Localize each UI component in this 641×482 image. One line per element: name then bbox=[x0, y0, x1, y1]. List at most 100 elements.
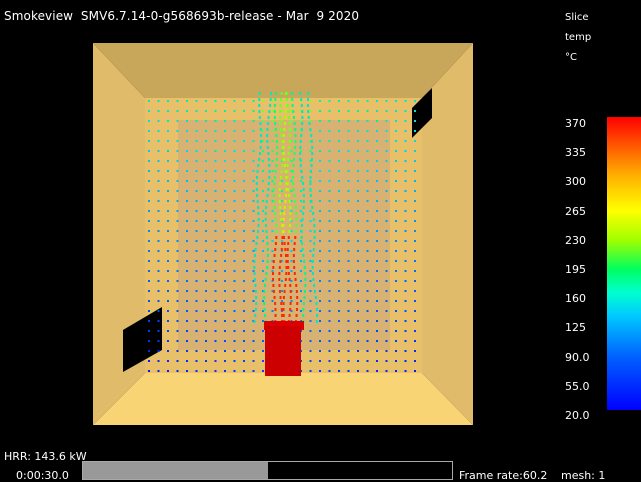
velocity-vector bbox=[347, 180, 350, 182]
3d-scene-viewport[interactable] bbox=[0, 0, 641, 482]
velocity-vector bbox=[309, 100, 312, 102]
velocity-vector bbox=[176, 100, 179, 102]
velocity-vector bbox=[366, 340, 369, 342]
velocity-vector bbox=[214, 370, 217, 372]
velocity-vector bbox=[176, 300, 179, 302]
velocity-vector bbox=[214, 150, 217, 152]
plume-vector bbox=[274, 308, 277, 311]
velocity-vector bbox=[319, 140, 321, 142]
velocity-vector bbox=[176, 230, 179, 232]
plume-vector bbox=[275, 92, 278, 95]
velocity-vector bbox=[328, 270, 331, 272]
velocity-vector bbox=[338, 250, 340, 252]
velocity-vector bbox=[290, 200, 293, 202]
plume-vector bbox=[291, 104, 294, 107]
plume-vector bbox=[296, 296, 299, 299]
ceiling bbox=[93, 43, 473, 98]
velocity-vector bbox=[205, 180, 207, 182]
velocity-vector bbox=[205, 310, 207, 312]
velocity-vector bbox=[157, 270, 160, 272]
plume-vector bbox=[255, 302, 258, 305]
velocity-vector bbox=[338, 280, 340, 282]
velocity-vector bbox=[214, 140, 217, 142]
plume-vector bbox=[255, 296, 258, 299]
velocity-vector bbox=[300, 210, 302, 212]
plume-vector bbox=[279, 182, 282, 185]
plume-vector bbox=[259, 128, 262, 131]
velocity-vector bbox=[176, 190, 179, 192]
colorbar-label: 20.0 bbox=[565, 409, 590, 422]
velocity-vector bbox=[414, 100, 416, 102]
velocity-vector bbox=[252, 190, 255, 192]
velocity-vector bbox=[319, 100, 321, 102]
plume-vector bbox=[279, 110, 282, 113]
velocity-vector bbox=[252, 200, 255, 202]
velocity-vector bbox=[148, 160, 150, 162]
plume-vector bbox=[288, 200, 291, 203]
velocity-vector bbox=[205, 170, 207, 172]
plume-vector bbox=[286, 104, 289, 107]
velocity-vector bbox=[385, 240, 388, 242]
velocity-vector bbox=[157, 340, 160, 342]
plume-vector bbox=[283, 290, 286, 293]
plume-vector bbox=[292, 182, 295, 185]
velocity-vector bbox=[214, 160, 217, 162]
plume-vector bbox=[310, 170, 313, 173]
velocity-vector bbox=[376, 120, 378, 122]
velocity-vector bbox=[262, 100, 264, 102]
plume-vector bbox=[265, 200, 268, 203]
velocity-vector bbox=[186, 360, 188, 362]
velocity-vector bbox=[395, 260, 397, 262]
plume-vector bbox=[293, 272, 296, 275]
velocity-vector bbox=[233, 210, 236, 212]
plume-vector bbox=[301, 176, 304, 179]
plume-vector bbox=[275, 230, 278, 233]
velocity-vector bbox=[243, 330, 245, 332]
plume-vector bbox=[254, 308, 257, 311]
velocity-vector bbox=[376, 170, 378, 172]
colorbar-label: 265 bbox=[565, 204, 586, 218]
velocity-vector bbox=[176, 330, 179, 332]
plume-vector bbox=[268, 164, 271, 167]
velocity-vector bbox=[195, 200, 198, 202]
velocity-vector bbox=[186, 300, 188, 302]
velocity-vector bbox=[195, 250, 198, 252]
plume-vector bbox=[267, 116, 270, 119]
plume-vector bbox=[287, 110, 290, 113]
velocity-vector bbox=[404, 280, 407, 282]
velocity-vector bbox=[290, 250, 293, 252]
velocity-vector bbox=[338, 110, 340, 112]
plume-vector bbox=[287, 272, 290, 275]
plume-vector bbox=[258, 98, 261, 101]
velocity-vector bbox=[328, 180, 331, 182]
plume-vector bbox=[266, 260, 269, 263]
velocity-vector bbox=[414, 290, 416, 292]
plume-vector bbox=[303, 290, 306, 293]
plume-vector bbox=[295, 212, 298, 215]
plume-vector bbox=[266, 266, 269, 269]
velocity-vector bbox=[414, 360, 416, 362]
time-slider[interactable] bbox=[82, 461, 453, 480]
velocity-vector bbox=[252, 340, 255, 342]
velocity-vector bbox=[347, 250, 350, 252]
plume-vector bbox=[306, 104, 309, 107]
velocity-vector bbox=[167, 340, 169, 342]
velocity-vector bbox=[214, 290, 217, 292]
plume-vector bbox=[303, 266, 306, 269]
velocity-vector bbox=[195, 370, 198, 372]
velocity-vector bbox=[328, 230, 331, 232]
plume-vector bbox=[300, 128, 303, 131]
velocity-vector bbox=[262, 140, 264, 142]
plume-vector bbox=[309, 128, 312, 131]
velocity-vector bbox=[319, 250, 321, 252]
velocity-vector bbox=[366, 360, 369, 362]
plume-vector bbox=[282, 146, 285, 149]
plume-vector bbox=[299, 92, 302, 95]
velocity-vector bbox=[414, 150, 416, 152]
plume-vector bbox=[315, 320, 318, 323]
velocity-vector bbox=[309, 330, 312, 332]
plume-vector bbox=[307, 116, 310, 119]
velocity-vector bbox=[176, 150, 179, 152]
velocity-vector bbox=[385, 210, 388, 212]
velocity-vector bbox=[233, 300, 236, 302]
